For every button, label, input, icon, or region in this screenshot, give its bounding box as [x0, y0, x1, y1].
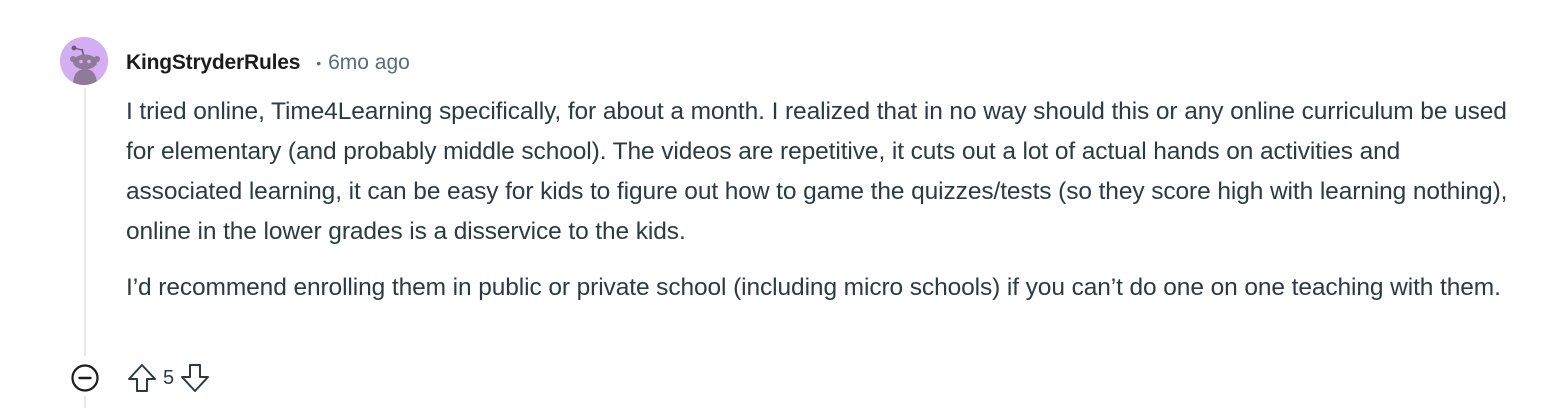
upvote-arrow-icon [128, 364, 156, 392]
upvote-button[interactable] [125, 361, 159, 395]
comment-paragraph: I’d recommend enrolling them in public o… [126, 274, 1501, 301]
thread-line [84, 88, 86, 356]
thread-line-continued [84, 396, 86, 408]
vote-actions: 5 [125, 360, 212, 396]
downvote-button[interactable] [178, 361, 212, 395]
comment-meta: KingStryderRules • 6mo ago [126, 48, 410, 78]
snoo-avatar-icon [60, 37, 108, 85]
author-username[interactable]: KingStryderRules [126, 51, 300, 75]
collapse-thread-button[interactable] [70, 363, 100, 393]
collapse-minus-icon [71, 364, 99, 392]
comment-body: I tried online, Time4Learning specifical… [126, 92, 1516, 324]
downvote-arrow-icon [181, 364, 210, 392]
meta-separator: • [316, 55, 322, 71]
comment-paragraph: I tried online, Time4Learning specifical… [126, 98, 1508, 245]
vote-score: 5 [163, 366, 175, 389]
comment-timestamp[interactable]: 6mo ago [328, 51, 410, 75]
avatar[interactable] [60, 37, 108, 85]
